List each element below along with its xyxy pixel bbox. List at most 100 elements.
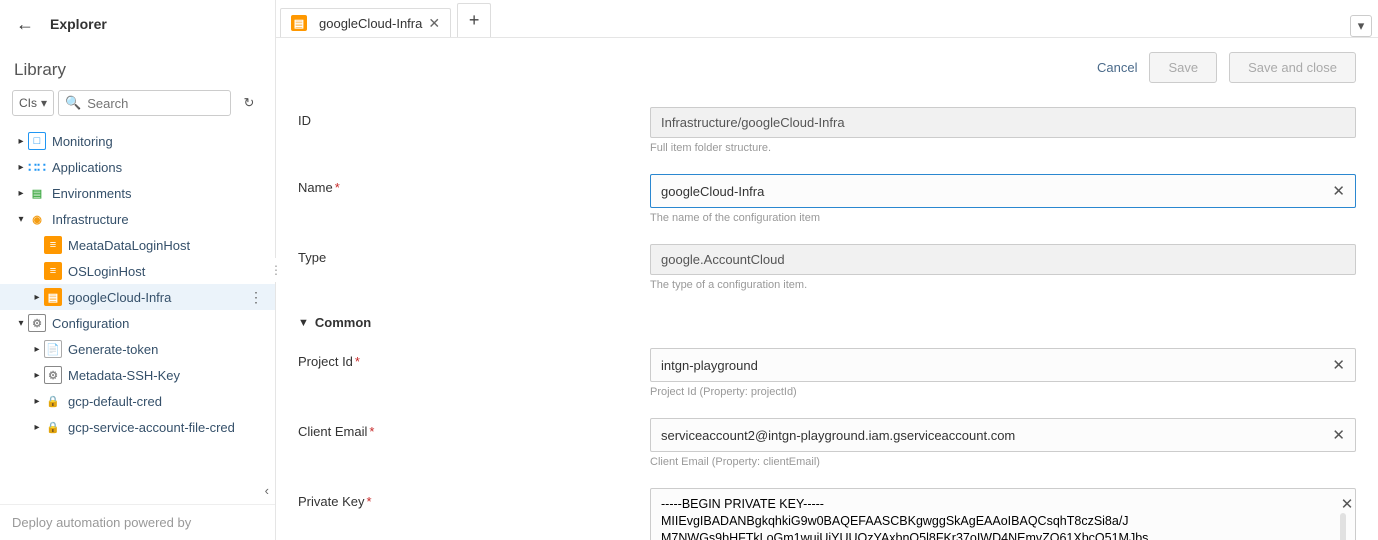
section-label: Common — [315, 315, 371, 330]
environment-icon: ▤ — [28, 184, 46, 202]
tree-item-gcloud[interactable]: ▸ ▤ googleCloud-Infra ⋮ — [0, 284, 275, 310]
tree: ▸ □ Monitoring ▸ ∷∷ Applications ▸ ▤ Env… — [0, 124, 275, 476]
section-common[interactable]: ▼ Common — [298, 301, 1356, 338]
monitor-icon: □ — [28, 132, 46, 150]
row-type: Type google.AccountCloud The type of a c… — [298, 234, 1356, 301]
save-close-button[interactable]: Save and close — [1229, 52, 1356, 83]
project-hint: Project Id (Property: projectId) — [650, 386, 1356, 398]
type-hint: The type of a configuration item. — [650, 279, 1356, 291]
caret-icon: ▸ — [30, 292, 44, 303]
tree-item-environments[interactable]: ▸ ▤ Environments — [0, 180, 275, 206]
tree-label: Monitoring — [52, 134, 113, 149]
row-name: Name* ✕ The name of the configuration it… — [298, 164, 1356, 234]
row-private-key: Private Key* ✕ Private Key (Property: pr… — [298, 478, 1356, 540]
apps-icon: ∷∷ — [28, 158, 46, 176]
clear-icon[interactable]: ✕ — [1333, 495, 1354, 513]
caret-icon: ▸ — [30, 370, 44, 381]
collapse-sidebar-button[interactable]: ‹ — [0, 476, 275, 504]
cls-label: CIs — [19, 96, 37, 110]
required-icon: * — [369, 424, 374, 439]
required-icon: * — [355, 354, 360, 369]
name-input[interactable] — [661, 184, 1324, 199]
pkey-textarea[interactable] — [651, 489, 1331, 540]
id-field: Infrastructure/googleCloud-Infra — [650, 107, 1356, 138]
footer-text: Deploy automation powered by — [0, 504, 275, 540]
id-value: Infrastructure/googleCloud-Infra — [661, 115, 845, 130]
caret-icon: ▸ — [14, 188, 28, 199]
tree-item-oslogin[interactable]: ≡ OSLoginHost — [0, 258, 275, 284]
email-hint: Client Email (Property: clientEmail) — [650, 456, 1356, 468]
tree-label: gcp-default-cred — [68, 394, 162, 409]
tree-label: Configuration — [52, 316, 129, 331]
refresh-button[interactable]: ↻ — [235, 90, 263, 116]
tree-label: Generate-token — [68, 342, 158, 357]
caret-icon: ▸ — [30, 396, 44, 407]
type-label: Type — [298, 244, 650, 265]
project-input[interactable] — [661, 358, 1324, 373]
caret-icon: ▸ — [30, 422, 44, 433]
tree-label: OSLoginHost — [68, 264, 145, 279]
tree-label: Metadata-SSH-Key — [68, 368, 180, 383]
item-menu-button[interactable]: ⋮ — [245, 289, 267, 306]
tree-item-filecred[interactable]: ▸ 🔒 gcp-service-account-file-cred — [0, 414, 275, 440]
tree-label: Applications — [52, 160, 122, 175]
key-icon: ⚙ — [44, 366, 62, 384]
type-value: google.AccountCloud — [661, 252, 785, 267]
scrollbar[interactable] — [1340, 513, 1346, 540]
config-icon: ⚙ — [28, 314, 46, 332]
clear-icon[interactable]: ✕ — [1324, 356, 1345, 374]
cls-dropdown[interactable]: CIs ▾ — [12, 90, 54, 116]
tree-label: Environments — [52, 186, 131, 201]
close-tab-icon[interactable]: ✕ — [428, 16, 440, 30]
explorer-header: ← Explorer — [0, 0, 275, 48]
tab-label: googleCloud-Infra — [319, 16, 422, 31]
cancel-button[interactable]: Cancel — [1097, 60, 1137, 75]
tree-item-sshkey[interactable]: ▸ ⚙ Metadata-SSH-Key — [0, 362, 275, 388]
tab-gcloud[interactable]: ▤ googleCloud-Infra ✕ — [280, 8, 451, 37]
document-icon: 📄 — [44, 340, 62, 358]
add-tab-button[interactable]: + — [457, 3, 491, 37]
email-field-wrap: ✕ — [650, 418, 1356, 452]
chevron-down-icon: ▾ — [41, 96, 47, 110]
tree-item-applications[interactable]: ▸ ∷∷ Applications — [0, 154, 275, 180]
save-button[interactable]: Save — [1149, 52, 1217, 83]
project-field-wrap: ✕ — [650, 348, 1356, 382]
type-field: google.AccountCloud — [650, 244, 1356, 275]
name-field-wrap: ✕ — [650, 174, 1356, 208]
id-hint: Full item folder structure. — [650, 142, 1356, 154]
name-label: Name — [298, 180, 333, 195]
lock-icon: 🔒 — [44, 418, 62, 436]
tabs-dropdown-button[interactable]: ▾ — [1350, 15, 1372, 37]
tree-item-defaultcred[interactable]: ▸ 🔒 gcp-default-cred — [0, 388, 275, 414]
email-input[interactable] — [661, 428, 1324, 443]
required-icon: * — [335, 180, 340, 195]
caret-down-icon: ▾ — [14, 214, 28, 225]
caret-icon: ▸ — [30, 344, 44, 355]
back-arrow-icon[interactable]: ← — [16, 14, 34, 35]
search-box[interactable]: 🔍 — [58, 90, 231, 116]
name-hint: The name of the configuration item — [650, 212, 1356, 224]
tree-item-monitoring[interactable]: ▸ □ Monitoring — [0, 128, 275, 154]
chevron-down-icon: ▼ — [298, 317, 309, 329]
tree-item-gentoken[interactable]: ▸ 📄 Generate-token — [0, 336, 275, 362]
required-icon: * — [366, 494, 371, 509]
sidebar: ← Explorer Library CIs ▾ 🔍 ↻ ▸ □ Monitor… — [0, 0, 276, 540]
id-label: ID — [298, 107, 650, 128]
search-icon: 🔍 — [65, 95, 81, 111]
tree-item-configuration[interactable]: ▾ ⚙ Configuration — [0, 310, 275, 336]
host-icon: ≡ — [44, 262, 62, 280]
tree-item-meatadata[interactable]: ≡ MeataDataLoginHost — [0, 232, 275, 258]
row-project: Project Id* ✕ Project Id (Property: proj… — [298, 338, 1356, 408]
row-email: Client Email* ✕ Client Email (Property: … — [298, 408, 1356, 478]
email-label: Client Email — [298, 424, 367, 439]
row-id: ID Infrastructure/googleCloud-Infra Full… — [298, 97, 1356, 164]
search-input[interactable] — [87, 96, 224, 111]
tree-label: MeataDataLoginHost — [68, 238, 190, 253]
project-label: Project Id — [298, 354, 353, 369]
main-panel: ▤ googleCloud-Infra ✕ + ▾ Cancel Save Sa… — [276, 0, 1378, 540]
lock-icon: 🔒 — [44, 392, 62, 410]
clear-icon[interactable]: ✕ — [1324, 426, 1345, 444]
clear-icon[interactable]: ✕ — [1324, 182, 1345, 200]
tree-item-infrastructure[interactable]: ▾ ◉ Infrastructure — [0, 206, 275, 232]
form-area: ID Infrastructure/googleCloud-Infra Full… — [276, 91, 1378, 540]
